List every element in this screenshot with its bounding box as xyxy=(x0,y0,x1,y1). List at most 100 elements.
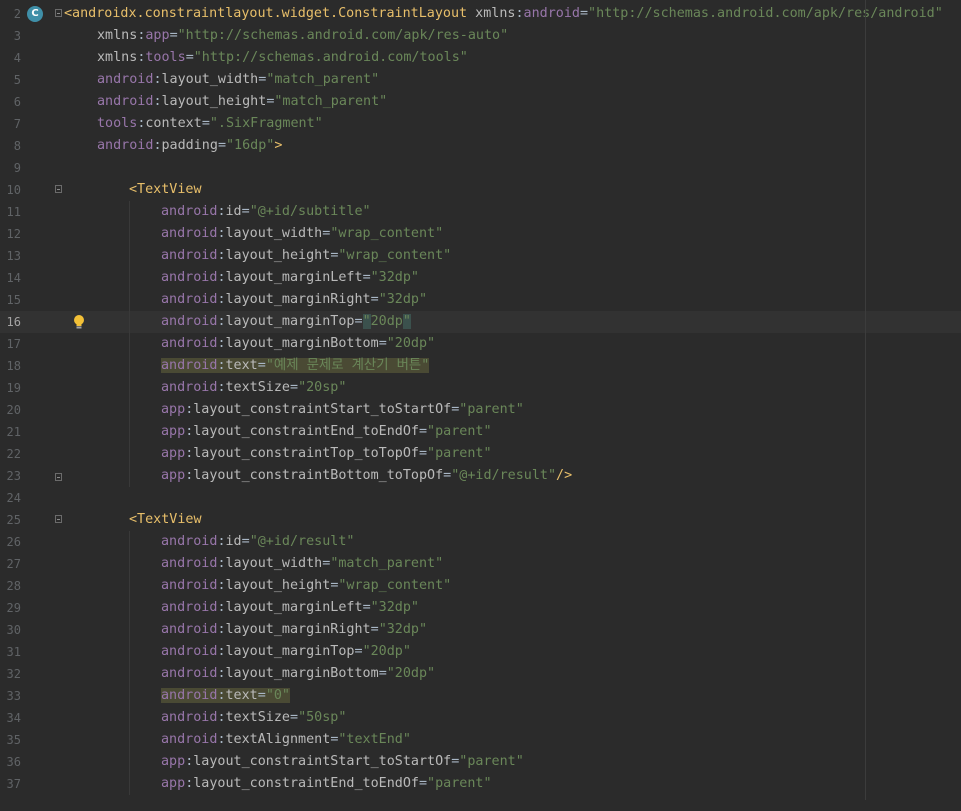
code-token: text xyxy=(225,688,258,703)
code-text[interactable]: android:layout_marginLeft="32dp" xyxy=(161,267,419,289)
lightbulb-icon[interactable] xyxy=(72,314,86,330)
indent-guide xyxy=(129,201,130,223)
code-token: = xyxy=(169,28,178,43)
code-line[interactable]: 17 android:layout_marginBottom="20dp" xyxy=(0,333,961,355)
code-token: context xyxy=(145,116,202,131)
code-text[interactable]: android:id="@+id/result" xyxy=(161,531,355,553)
code-token: padding xyxy=(161,138,218,153)
line-number: 8 xyxy=(13,139,21,153)
code-token: ".SixFragment" xyxy=(209,116,323,131)
code-text[interactable]: android:layout_marginLeft="32dp" xyxy=(161,597,419,619)
code-text[interactable]: app:layout_constraintEnd_toEndOf="parent… xyxy=(161,421,492,443)
code-text[interactable]: app:layout_constraintEnd_toEndOf="parent… xyxy=(161,773,492,795)
code-token: textSize xyxy=(225,710,291,725)
code-text[interactable]: tools:context=".SixFragment" xyxy=(97,113,323,135)
code-line[interactable]: 16 android:layout_marginTop="20dp" xyxy=(0,311,961,333)
fold-toggle-icon[interactable] xyxy=(55,473,62,481)
code-line[interactable]: 25 <TextView xyxy=(0,509,961,531)
code-line[interactable]: 32 android:layout_marginBottom="20dp" xyxy=(0,663,961,685)
code-text[interactable]: android:layout_marginRight="32dp" xyxy=(161,289,427,311)
code-text[interactable]: <androidx.constraintlayout.widget.Constr… xyxy=(64,3,943,25)
code-line[interactable]: 19 android:textSize="20sp" xyxy=(0,377,961,399)
code-text[interactable]: <TextView xyxy=(129,509,202,531)
code-text[interactable]: android:layout_width="match_parent" xyxy=(97,69,379,91)
code-line[interactable]: 5 android:layout_width="match_parent" xyxy=(0,69,961,91)
code-token: = xyxy=(354,314,363,329)
code-line[interactable]: 13 android:layout_height="wrap_content" xyxy=(0,245,961,267)
code-line[interactable]: 9 xyxy=(0,157,961,179)
code-line[interactable]: 23 app:layout_constraintBottom_toTopOf="@… xyxy=(0,465,961,487)
code-line[interactable]: 15 android:layout_marginRight="32dp" xyxy=(0,289,961,311)
code-line[interactable]: 31 android:layout_marginTop="20dp" xyxy=(0,641,961,663)
code-text[interactable]: android:layout_height="wrap_content" xyxy=(161,575,451,597)
code-text[interactable]: android:id="@+id/subtitle" xyxy=(161,201,371,223)
code-token: tools xyxy=(97,116,138,131)
code-text[interactable]: xmlns:app="http://schemas.android.com/ap… xyxy=(97,25,508,47)
code-line[interactable]: 11 android:id="@+id/subtitle" xyxy=(0,201,961,223)
code-line[interactable]: 21 app:layout_constraintEnd_toEndOf="pare… xyxy=(0,421,961,443)
code-line[interactable]: 29 android:layout_marginLeft="32dp" xyxy=(0,597,961,619)
code-text[interactable]: app:layout_constraintBottom_toTopOf="@+i… xyxy=(161,465,572,487)
code-text[interactable]: app:layout_constraintTop_toTopOf="parent… xyxy=(161,443,492,465)
fold-toggle-icon[interactable] xyxy=(55,9,62,17)
code-line[interactable]: 35 android:textAlignment="textEnd" xyxy=(0,729,961,751)
code-line[interactable]: 34 android:textSize="50sp" xyxy=(0,707,961,729)
code-line[interactable]: 26 android:id="@+id/result" xyxy=(0,531,961,553)
code-line[interactable]: 33 android:text="0" xyxy=(0,685,961,707)
code-text[interactable]: xmlns:tools="http://schemas.android.com/… xyxy=(97,47,468,69)
code-line[interactable]: 27 android:layout_width="match_parent" xyxy=(0,553,961,575)
code-line[interactable]: 22 app:layout_constraintTop_toTopOf="pare… xyxy=(0,443,961,465)
code-text[interactable]: android:layout_marginBottom="20dp" xyxy=(161,333,435,355)
class-badge-icon[interactable]: C xyxy=(27,6,43,22)
code-token: : xyxy=(217,380,226,395)
code-text[interactable]: android:layout_marginRight="32dp" xyxy=(161,619,427,641)
code-text[interactable]: android:layout_marginTop="20dp" xyxy=(161,311,411,333)
code-text[interactable]: app:layout_constraintStart_toStartOf="pa… xyxy=(161,751,524,773)
code-text[interactable]: app:layout_constraintStart_toStartOf="pa… xyxy=(161,399,524,421)
code-line[interactable]: 14 android:layout_marginLeft="32dp" xyxy=(0,267,961,289)
code-text[interactable]: android:layout_marginTop="20dp" xyxy=(161,641,411,663)
code-line[interactable]: 36 app:layout_constraintStart_toStartOf="… xyxy=(0,751,961,773)
code-line[interactable]: 37 app:layout_constraintEnd_toEndOf="pare… xyxy=(0,773,961,795)
code-token: = xyxy=(362,270,371,285)
code-line[interactable]: 6 android:layout_height="match_parent" xyxy=(0,91,961,113)
code-token: > xyxy=(274,138,283,153)
fold-toggle-icon[interactable] xyxy=(55,515,62,523)
code-text[interactable]: android:textAlignment="textEnd" xyxy=(161,729,411,751)
code-line[interactable]: 2 C <androidx.constraintlayout.widget.Cons… xyxy=(0,3,961,25)
code-text[interactable]: android:text="0" xyxy=(161,685,290,707)
horizontal-scrollbar-area[interactable] xyxy=(0,800,961,811)
code-line[interactable]: 7 tools:context=".SixFragment" xyxy=(0,113,961,135)
code-text[interactable]: android:textSize="20sp" xyxy=(161,377,346,399)
code-line[interactable]: 3 xmlns:app="http://schemas.android.com/a… xyxy=(0,25,961,47)
code-line[interactable]: 24 xyxy=(0,487,961,509)
code-text[interactable]: android:text="예제 문제로 계산기 버튼" xyxy=(161,355,430,377)
code-editor[interactable]: 2 C <androidx.constraintlayout.widget.Cons… xyxy=(0,3,961,795)
code-text[interactable]: android:layout_height="match_parent" xyxy=(97,91,387,113)
code-line[interactable]: 4 xmlns:tools="http://schemas.android.com… xyxy=(0,47,961,69)
code-token: textSize xyxy=(225,380,291,395)
code-line[interactable]: 30 android:layout_marginRight="32dp" xyxy=(0,619,961,641)
line-number: 26 xyxy=(6,535,21,549)
code-text[interactable]: android:textSize="50sp" xyxy=(161,707,346,729)
code-text[interactable]: <TextView xyxy=(129,179,202,201)
code-text[interactable]: android:layout_marginBottom="20dp" xyxy=(161,663,435,685)
indent-guide xyxy=(129,531,130,553)
code-line[interactable]: 10 <TextView xyxy=(0,179,961,201)
code-line[interactable]: 18 android:text="예제 문제로 계산기 버튼" xyxy=(0,355,961,377)
code-text[interactable]: android:padding="16dp"> xyxy=(97,135,282,157)
code-line[interactable]: 28 android:layout_height="wrap_content" xyxy=(0,575,961,597)
code-line[interactable]: 8 android:padding="16dp"> xyxy=(0,135,961,157)
code-token: android xyxy=(161,204,218,219)
code-line[interactable]: 20 app:layout_constraintStart_toStartOf="… xyxy=(0,399,961,421)
code-text[interactable]: android:layout_width="wrap_content" xyxy=(161,223,443,245)
code-token: android xyxy=(97,72,154,87)
line-number: 7 xyxy=(13,117,21,131)
indent-guide xyxy=(129,311,130,333)
indent-guide xyxy=(129,729,130,751)
code-text[interactable]: android:layout_width="match_parent" xyxy=(161,553,443,575)
code-line[interactable]: 12 android:layout_width="wrap_content" xyxy=(0,223,961,245)
line-number: 29 xyxy=(6,601,21,615)
code-text[interactable]: android:layout_height="wrap_content" xyxy=(161,245,451,267)
fold-toggle-icon[interactable] xyxy=(55,185,62,193)
